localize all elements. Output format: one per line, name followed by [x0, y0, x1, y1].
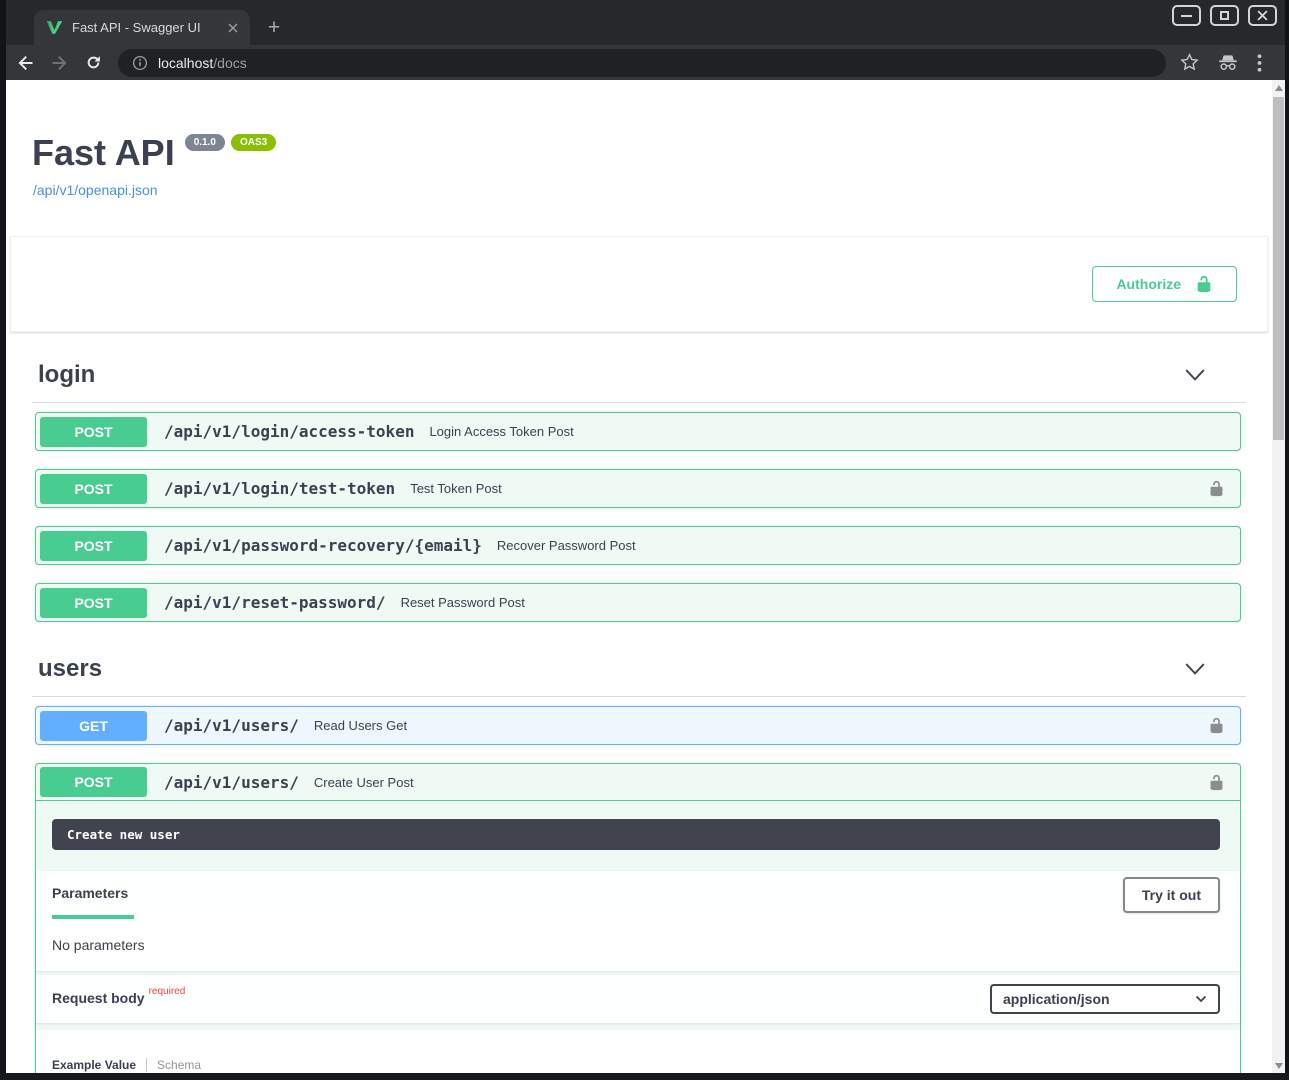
operations-login: POST /api/v1/login/access-token Login Ac… — [35, 412, 1241, 622]
auth-lock-icon[interactable] — [1208, 480, 1225, 497]
method-badge: POST — [40, 474, 147, 504]
window-border-bottom — [0, 1073, 1289, 1080]
url-path: /docs — [213, 55, 246, 71]
operation-summary[interactable]: POST /api/v1/users/ Create User Post — [36, 764, 1240, 801]
tab-title: Fast API - Swagger UI — [72, 20, 224, 35]
parameters-header: Parameters Try it out — [36, 871, 1240, 919]
tab-close-icon[interactable] — [224, 19, 242, 37]
browser-titlebar: Fast API - Swagger UI + — [0, 0, 1289, 45]
operation-path: /api/v1/users/ — [164, 773, 299, 792]
operation-row: POST /api/v1/login/access-token Login Ac… — [35, 412, 1241, 451]
operation-summary-text: Read Users Get — [314, 718, 407, 733]
model-example-block: Example Value Schema { — [36, 1030, 1240, 1073]
new-tab-button[interactable]: + — [260, 14, 288, 42]
operation-row: POST /api/v1/reset-password/ Reset Passw… — [35, 583, 1241, 622]
scroll-down-icon[interactable] — [1272, 1058, 1285, 1073]
minimize-button[interactable] — [1172, 5, 1201, 26]
unlocked-padlock-icon — [1195, 275, 1213, 293]
url-host: localhost — [158, 55, 213, 71]
site-info-icon[interactable] — [132, 55, 148, 71]
incognito-icon — [1217, 54, 1239, 72]
operations-users: GET /api/v1/users/ Read Users Get POST — [35, 706, 1241, 1073]
operation-summary-text: Recover Password Post — [497, 538, 636, 553]
operation-detail-body: Create new user Parameters Try it out No… — [36, 819, 1240, 1073]
operation-summary-text: Test Token Post — [410, 481, 502, 496]
operation-path: /api/v1/users/ — [164, 716, 299, 735]
tab-example-value[interactable]: Example Value — [52, 1058, 136, 1072]
try-it-out-button[interactable]: Try it out — [1123, 877, 1220, 913]
section-title: users — [38, 655, 102, 683]
method-badge: POST — [40, 588, 147, 618]
operation-row: POST /api/v1/password-recovery/{email} R… — [35, 526, 1241, 565]
operation-summary[interactable]: POST /api/v1/login/test-token Test Token… — [36, 470, 1240, 507]
scrollbar-thumb[interactable] — [1273, 97, 1284, 440]
request-body-header: Request body required application/json — [36, 975, 1240, 1023]
parameters-title: Parameters — [52, 871, 134, 919]
maximize-button[interactable] — [1210, 5, 1239, 26]
select-chevron-icon — [1195, 995, 1207, 1003]
window-border-right — [1285, 0, 1289, 1080]
authorize-label: Authorize — [1116, 276, 1181, 292]
forward-icon[interactable] — [44, 48, 74, 78]
scroll-up-icon[interactable] — [1272, 80, 1285, 95]
browser-toolbar: localhost/docs — [6, 45, 1285, 80]
operation-summary-text: Reset Password Post — [401, 595, 525, 610]
page-scrollbar[interactable] — [1272, 80, 1285, 1073]
refresh-icon[interactable] — [78, 48, 108, 78]
address-bar[interactable]: localhost/docs — [118, 49, 1166, 77]
section-header-login[interactable]: login — [32, 346, 1246, 403]
operation-path: /api/v1/password-recovery/{email} — [164, 536, 482, 555]
operation-summary[interactable]: POST /api/v1/password-recovery/{email} R… — [36, 527, 1240, 564]
browser-tab[interactable]: Fast API - Swagger UI — [34, 10, 250, 45]
media-type-value: application/json — [1003, 991, 1110, 1007]
oas3-badge: OAS3 — [231, 134, 276, 151]
swagger-ui-page: Fast API 0.1.0 OAS3 /api/v1/openapi.json… — [6, 80, 1272, 1073]
operation-row: POST /api/v1/login/test-token Test Token… — [35, 469, 1241, 508]
api-info-block: Fast API 0.1.0 OAS3 /api/v1/openapi.json — [6, 80, 1272, 200]
tab-schema[interactable]: Schema — [157, 1058, 201, 1072]
method-badge: GET — [40, 711, 147, 741]
method-badge: POST — [40, 417, 147, 447]
operation-path: /api/v1/login/test-token — [164, 479, 395, 498]
chevron-down-icon[interactable] — [1184, 662, 1206, 676]
back-icon[interactable] — [10, 48, 40, 78]
section-header-users[interactable]: users — [32, 640, 1246, 697]
operation-row-expanded: POST /api/v1/users/ Create User Post Cre… — [35, 763, 1241, 1073]
request-body-label: Request body — [52, 990, 145, 1006]
operation-summary-text: Login Access Token Post — [429, 424, 573, 439]
operation-row: GET /api/v1/users/ Read Users Get — [35, 706, 1241, 745]
operation-summary-text: Create User Post — [314, 775, 414, 790]
close-button[interactable] — [1248, 5, 1277, 26]
section-title: login — [38, 361, 95, 389]
operation-summary[interactable]: POST /api/v1/reset-password/ Reset Passw… — [36, 584, 1240, 621]
auth-lock-icon[interactable] — [1208, 717, 1225, 734]
openapi-spec-link[interactable]: /api/v1/openapi.json — [33, 182, 158, 198]
operation-path: /api/v1/reset-password/ — [164, 593, 386, 612]
menu-dots-icon[interactable] — [1257, 54, 1262, 72]
page-viewport: Fast API 0.1.0 OAS3 /api/v1/openapi.json… — [6, 80, 1285, 1073]
auth-lock-icon[interactable] — [1208, 774, 1225, 791]
media-type-select[interactable]: application/json — [990, 984, 1220, 1014]
chevron-down-icon[interactable] — [1184, 368, 1206, 382]
operation-description: Create new user — [52, 819, 1220, 850]
version-badge: 0.1.0 — [185, 134, 225, 151]
required-label: required — [149, 986, 186, 997]
operation-summary[interactable]: GET /api/v1/users/ Read Users Get — [36, 707, 1240, 744]
bookmark-star-icon[interactable] — [1180, 53, 1199, 72]
favicon-v-icon — [46, 20, 63, 35]
scheme-container: Authorize — [10, 236, 1268, 332]
method-badge: POST — [40, 767, 147, 797]
method-badge: POST — [40, 531, 147, 561]
authorize-button[interactable]: Authorize — [1092, 266, 1237, 302]
browser-window: Fast API - Swagger UI + — [0, 0, 1289, 1080]
no-parameters-text: No parameters — [36, 919, 1240, 971]
operation-path: /api/v1/login/access-token — [164, 422, 414, 441]
operation-summary[interactable]: POST /api/v1/login/access-token Login Ac… — [36, 413, 1240, 450]
tab-separator — [146, 1058, 147, 1072]
window-border-left — [0, 0, 6, 1080]
page-title: Fast API — [32, 132, 175, 174]
